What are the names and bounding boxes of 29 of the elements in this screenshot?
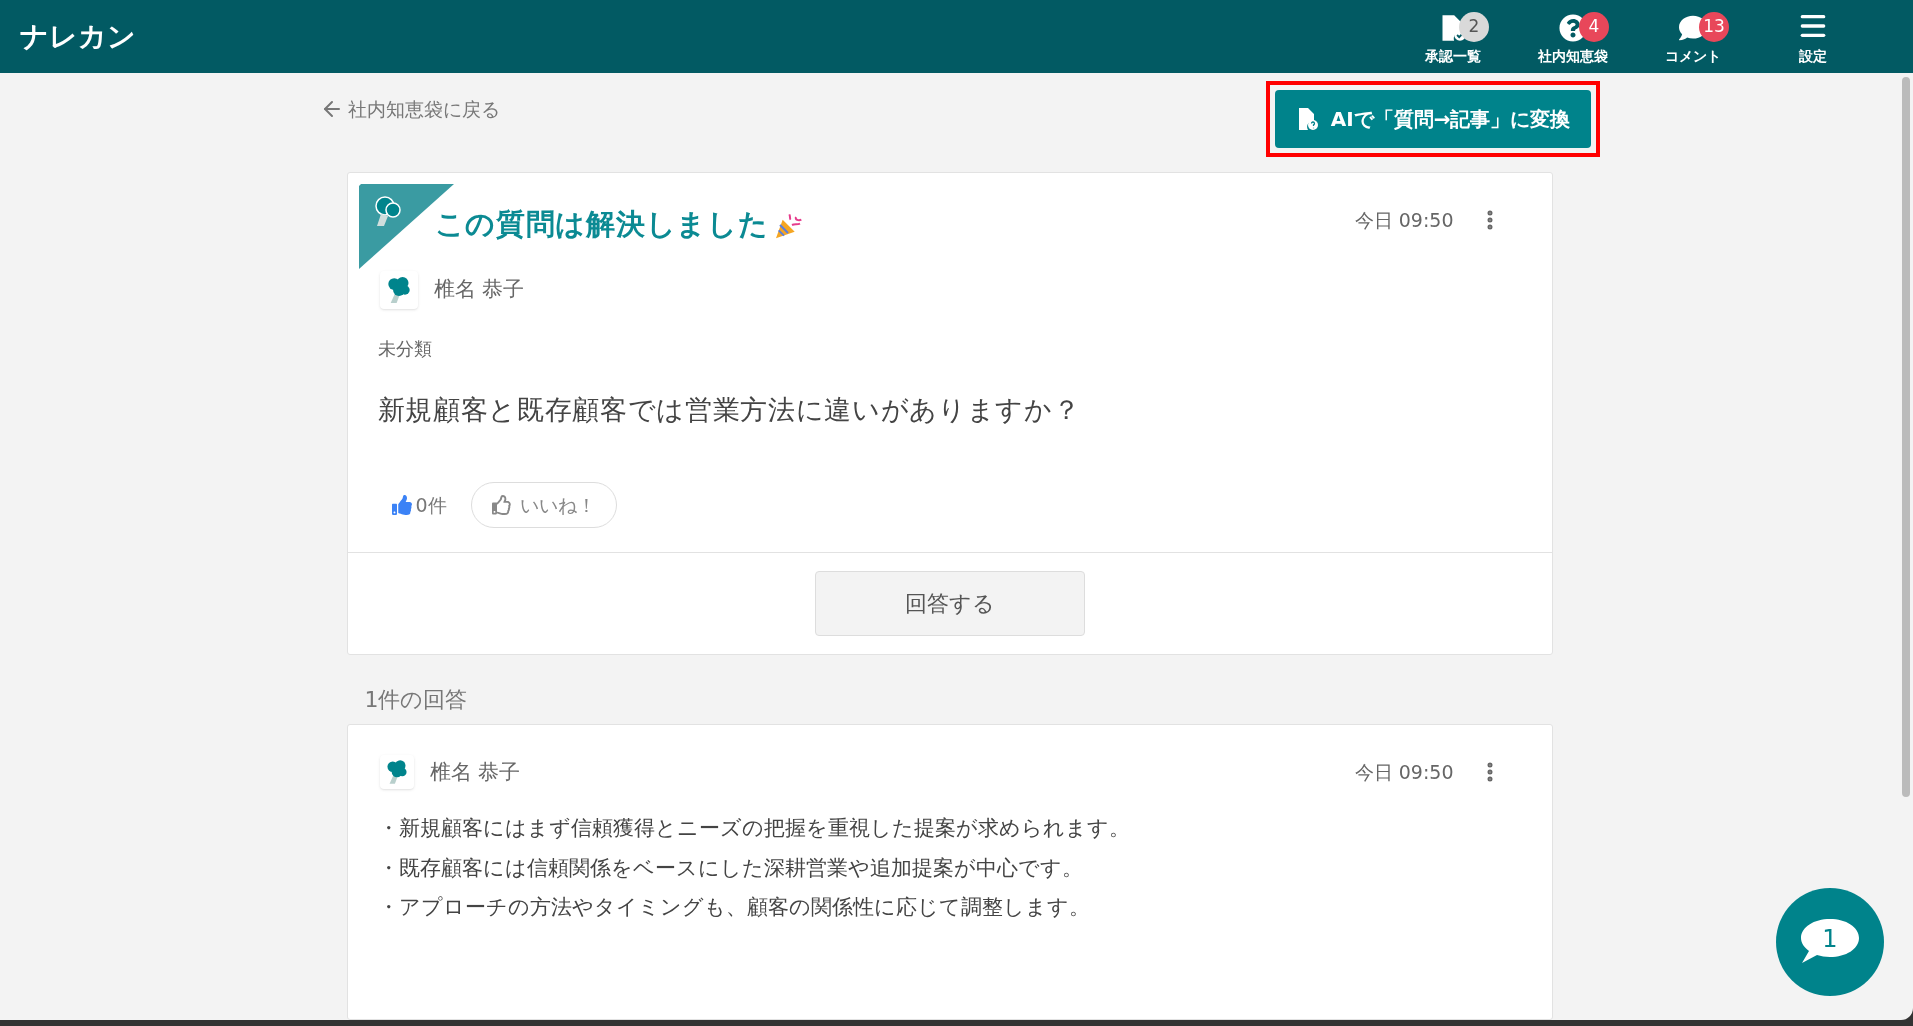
answer-text: ・既存顧客には信頼関係をベースにした深耕営業や追加提案が中心です。	[377, 854, 1084, 882]
convert-button[interactable]: AIで「質問→記事」に変換	[1274, 90, 1591, 148]
count-badge: 13	[1699, 12, 1729, 42]
thumbs-up-icon	[491, 495, 512, 516]
nav-item[interactable]: コメント 13	[1633, 10, 1753, 67]
answer-button[interactable]: 回答する	[814, 571, 1085, 637]
nav-item[interactable]: 設定	[1753, 6, 1873, 67]
scrollbar-thumb[interactable]	[1902, 77, 1910, 797]
question-text: 新規顧客と既存顧客では営業方法に違いがありますか？	[377, 392, 1082, 427]
chat-count: 1	[1822, 924, 1838, 955]
answer-text: ・新規顧客にはまず信頼獲得とニーズの把握を重視した提案が求められます。	[377, 815, 1131, 843]
answer-text: ・アプローチの方法やタイミングも、顧客の関係性に応じて調整します。	[377, 894, 1091, 922]
post-time: 今日 09:50	[1354, 760, 1454, 786]
nav-item[interactable]: 承認一覧 2	[1393, 10, 1513, 67]
broccoli-avatar-icon	[379, 755, 414, 790]
author-name: 椎名 恭子	[433, 276, 525, 304]
nav-item[interactable]: 社内知恵袋 4	[1513, 10, 1633, 67]
author-name: 椎名 恭子	[429, 758, 521, 786]
broccoli-avatar-icon	[379, 270, 418, 309]
count-badge: 2	[1459, 12, 1489, 42]
thumbs-up-icon	[391, 495, 412, 516]
resolved-title: この質問は解決しました	[434, 206, 769, 244]
category-label: 未分類	[377, 336, 433, 361]
app-logo[interactable]: ナレカン	[20, 15, 136, 58]
back-link[interactable]: 社内知恵袋に戻る	[319, 95, 500, 124]
count-badge: 4	[1579, 12, 1609, 42]
post-time: 今日 09:50	[1354, 207, 1454, 233]
answers-heading: 1件の回答	[364, 686, 469, 715]
like-count: 0件	[391, 491, 447, 520]
